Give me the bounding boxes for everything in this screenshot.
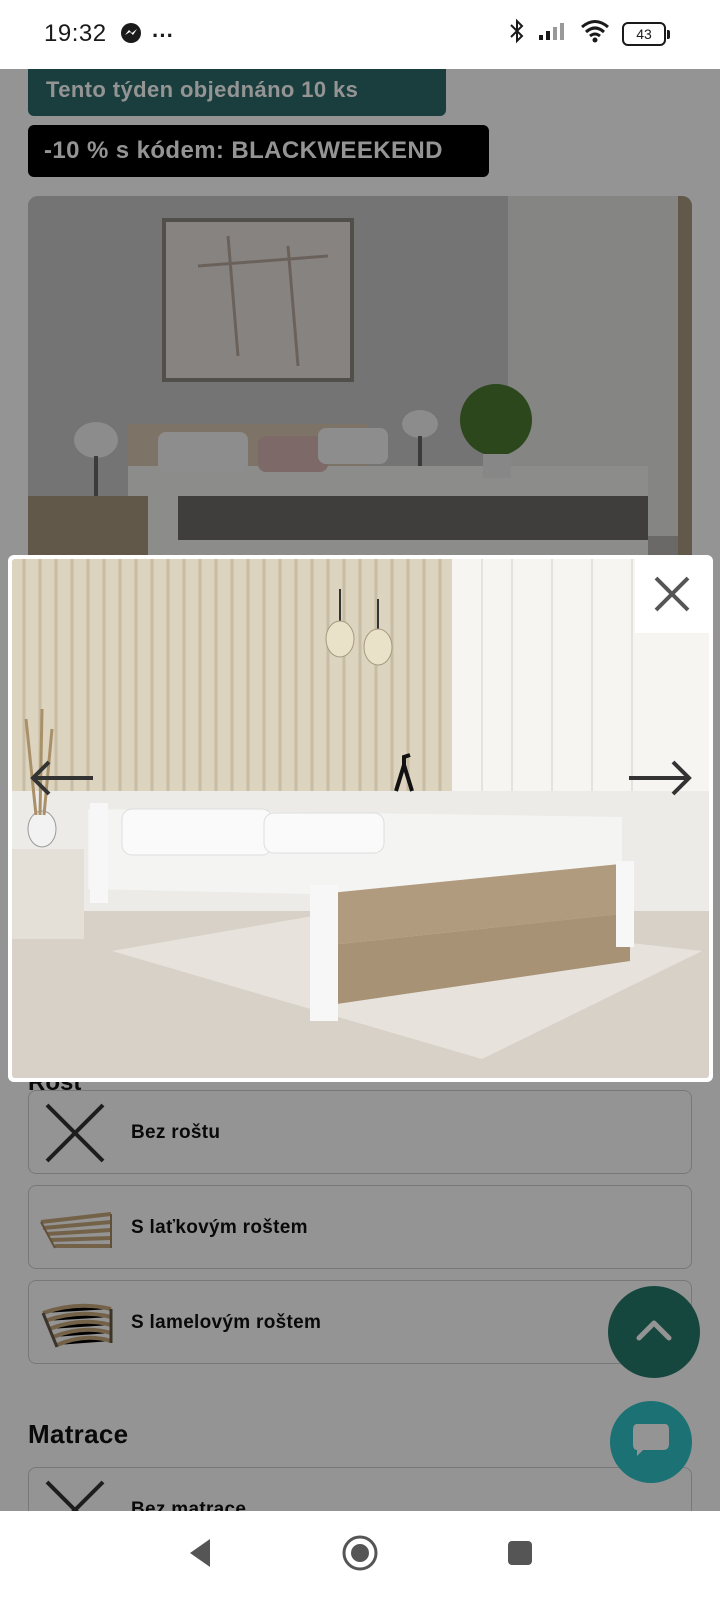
nav-home-button[interactable]: [335, 1531, 385, 1581]
more-notifications-icon: ···: [152, 22, 174, 48]
lightbox-image: [12, 559, 709, 1078]
circle-home-icon: [341, 1534, 379, 1577]
status-bar: 19:32 ··· 43: [0, 0, 720, 69]
triangle-back-icon: [186, 1537, 214, 1574]
status-system-icons: 43: [508, 18, 670, 49]
status-notifications: ···: [120, 22, 174, 49]
nav-back-button[interactable]: [175, 1531, 225, 1581]
lightbox-prev-button[interactable]: [22, 750, 102, 810]
status-time: 19:32: [44, 20, 107, 47]
nav-recents-button[interactable]: [495, 1531, 545, 1581]
messenger-icon: [120, 22, 142, 49]
square-recents-icon: [506, 1539, 534, 1572]
arrow-left-icon: [27, 758, 97, 803]
wifi-icon: [580, 19, 610, 48]
image-lightbox: [8, 555, 713, 1082]
arrow-right-icon: [625, 758, 695, 803]
battery-indicator: 43: [622, 21, 670, 46]
bed-photo: [12, 559, 709, 1078]
system-navigation-bar: [0, 1511, 720, 1600]
close-icon: [652, 574, 692, 619]
lightbox-close-button[interactable]: [635, 559, 709, 633]
lightbox-next-button[interactable]: [620, 750, 700, 810]
signal-icon: [538, 21, 568, 46]
bluetooth-icon: [508, 18, 526, 49]
